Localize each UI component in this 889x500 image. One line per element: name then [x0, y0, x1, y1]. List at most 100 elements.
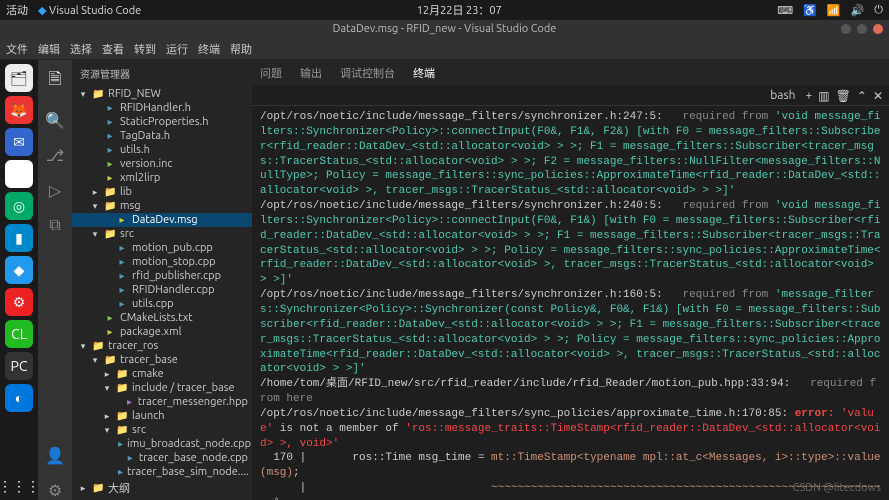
tree-label: rfid_publisher.cpp [132, 270, 221, 282]
tree-label: src [120, 228, 134, 240]
window-titlebar: DataDev.msg - RFID_new - Visual Studio C… [0, 20, 889, 38]
folder-src[interactable]: ▾📁src [72, 227, 252, 241]
tree-label: tracer_messenger.hpp [138, 396, 248, 408]
terminal-kill-icon[interactable]: 🗑 [836, 89, 851, 103]
file-utils.h[interactable]: ▸utils.h [72, 143, 252, 157]
menu-终端[interactable]: 终端 [198, 41, 220, 57]
menu-选择[interactable]: 选择 [70, 41, 92, 57]
os-top-bar: 活动 ◆ Visual Studio Code 12月22日 23：07 ⌨ ♿… [0, 0, 889, 20]
tree-label: version.inc [120, 158, 173, 170]
file-tracer_messenger.hpp[interactable]: ▸tracer_messenger.hpp [72, 395, 252, 409]
terminal-output[interactable]: /opt/ros/noetic/include/message_filters/… [252, 106, 889, 500]
dock-edge-icon[interactable]: ◎ [5, 192, 33, 220]
file-rfid_publisher.cpp[interactable]: ▸rfid_publisher.cpp [72, 269, 252, 283]
dock-settings-icon[interactable]: ⚙ [5, 288, 33, 316]
file-DataDev.msg[interactable]: ▸DataDev.msg [72, 213, 252, 227]
terminal-close-icon[interactable]: ✕ [873, 89, 883, 103]
terminal-toggle-icon[interactable]: ⌃ [857, 89, 867, 103]
clock: 12月22日 23：07 [417, 2, 502, 18]
panel-tab-1[interactable]: 输出 [300, 65, 322, 81]
file-RFIDHandler.h[interactable]: ▸RFIDHandler.h [72, 101, 252, 115]
folder-include / tracer_base[interactable]: ▾📁include / tracer_base [72, 381, 252, 395]
file-xml2lirp[interactable]: ▸xml2lirp [72, 171, 252, 185]
window-close-icon[interactable] [873, 24, 883, 34]
folder-cmake[interactable]: ▸📁cmake [72, 367, 252, 381]
tree-label: RFID_NEW [108, 88, 161, 100]
folder-launch[interactable]: ▸📁launch [72, 409, 252, 423]
dock-chrome-icon[interactable]: ◉ [5, 160, 33, 188]
folder-tracer_base[interactable]: ▾📁tracer_base [72, 353, 252, 367]
extensions-icon[interactable]: ⧉ [49, 216, 60, 235]
account-icon[interactable]: 👤 [45, 446, 65, 465]
tree-label: 大纲 [108, 480, 130, 496]
menu-编辑[interactable]: 编辑 [38, 41, 60, 57]
tree-label: tracer_base_node.cpp [139, 452, 248, 464]
window-maximize-icon[interactable] [857, 24, 867, 34]
tree-label: StaticProperties.h [120, 116, 209, 128]
menu-文件[interactable]: 文件 [6, 41, 28, 57]
tree-label: RFIDHandler.cpp [132, 284, 215, 296]
debug-icon[interactable]: ▷ [49, 181, 61, 200]
file-motion_pub.cpp[interactable]: ▸motion_pub.cpp [72, 241, 252, 255]
tray-keyboard-icon[interactable]: ⌨ [777, 4, 793, 17]
gear-icon[interactable]: ⚙ [48, 481, 62, 500]
folder-lib[interactable]: ▸📁lib [72, 185, 252, 199]
dock-clion-icon[interactable]: CL [5, 320, 33, 348]
watermark: CSDN @litecdows [793, 482, 881, 494]
menu-帮助[interactable]: 帮助 [230, 41, 252, 57]
window-minimize-icon[interactable] [841, 24, 851, 34]
terminal-split-icon[interactable]: ▥ [818, 89, 829, 103]
tray-volume-icon[interactable]: 🔊 [851, 4, 865, 17]
search-icon[interactable]: 🔍 [45, 111, 65, 130]
source-control-icon[interactable]: ⎇ [46, 146, 64, 165]
dock-app-icon[interactable]: ▮ [5, 224, 33, 252]
dock-vscode-icon[interactable]: ◆ [5, 256, 33, 284]
panel-tab-2[interactable]: 调试控制台 [340, 65, 395, 81]
tray-icons[interactable]: ⌨ ♿ 📶 🔊 ⏻ [777, 4, 883, 17]
folder-tracer_ros[interactable]: ▾📁tracer_ros [72, 339, 252, 353]
terminal-shell-label[interactable]: bash [770, 89, 795, 102]
file-RFIDHandler.cpp[interactable]: ▸RFIDHandler.cpp [72, 283, 252, 297]
file-utils.cpp[interactable]: ▸utils.cpp [72, 297, 252, 311]
tree-label: cmake [132, 368, 164, 380]
panel-tab-0[interactable]: 问题 [260, 65, 282, 81]
dock-tool-icon[interactable]: ◐ [5, 384, 33, 412]
menu-转到[interactable]: 转到 [134, 41, 156, 57]
folder-msg[interactable]: ▾📁msg [72, 199, 252, 213]
terminal-add-icon[interactable]: + [806, 89, 813, 102]
folder-src[interactable]: ▾📁src [72, 423, 252, 437]
file-TagData.h[interactable]: ▸TagData.h [72, 129, 252, 143]
folder-大纲[interactable]: ▸📁大纲 [72, 479, 252, 497]
explorer-icon[interactable]: 🗎 [49, 68, 62, 95]
panel-tab-3[interactable]: 终端 [413, 65, 435, 81]
explorer-title: 资源管理器 [72, 60, 252, 87]
tray-power-icon[interactable]: ⏻ [874, 4, 883, 17]
terminal-header: bash + ▥ 🗑 ⌃ ✕ [252, 86, 889, 106]
file-tracer_base_sim_node....[interactable]: ▸tracer_base_sim_node.... [72, 465, 252, 479]
tree-label: package.xml [120, 326, 181, 338]
tree-label: msg [120, 200, 141, 212]
tray-accessibility-icon[interactable]: ♿ [803, 4, 817, 17]
activities-label[interactable]: 活动 [6, 2, 28, 18]
file-CMakeLists.txt[interactable]: ▸CMakeLists.txt [72, 311, 252, 325]
file-tracer_base_node.cpp[interactable]: ▸tracer_base_node.cpp [72, 451, 252, 465]
menu-查看[interactable]: 查看 [102, 41, 124, 57]
dock-files-icon[interactable]: 🗂 [5, 64, 33, 92]
file-imu_broadcast_node.cpp[interactable]: ▸imu_broadcast_node.cpp [72, 437, 252, 451]
app-indicator: ◆ Visual Studio Code [38, 4, 141, 17]
file-package.xml[interactable]: ▸package.xml [72, 325, 252, 339]
dock-apps-icon[interactable]: ⋮⋮⋮ [5, 472, 33, 500]
dock: 🗂 🦊 ✉ ◉ ◎ ▮ ◆ ⚙ CL PC ◐ ⋮⋮⋮ [0, 60, 38, 500]
dock-browser-icon[interactable]: 🦊 [5, 96, 33, 124]
file-version.inc[interactable]: ▸version.inc [72, 157, 252, 171]
tree-label: motion_stop.cpp [132, 256, 216, 268]
tree-label: utils.cpp [132, 298, 174, 310]
tree-label: CMakeLists.txt [120, 312, 193, 324]
file-StaticProperties.h[interactable]: ▸StaticProperties.h [72, 115, 252, 129]
dock-thunderbird-icon[interactable]: ✉ [5, 128, 33, 156]
dock-pycharm-icon[interactable]: PC [5, 352, 33, 380]
menu-运行[interactable]: 运行 [166, 41, 188, 57]
folder-RFID_NEW[interactable]: ▾📁RFID_NEW [72, 87, 252, 101]
tray-network-icon[interactable]: 📶 [827, 4, 841, 17]
file-motion_stop.cpp[interactable]: ▸motion_stop.cpp [72, 255, 252, 269]
